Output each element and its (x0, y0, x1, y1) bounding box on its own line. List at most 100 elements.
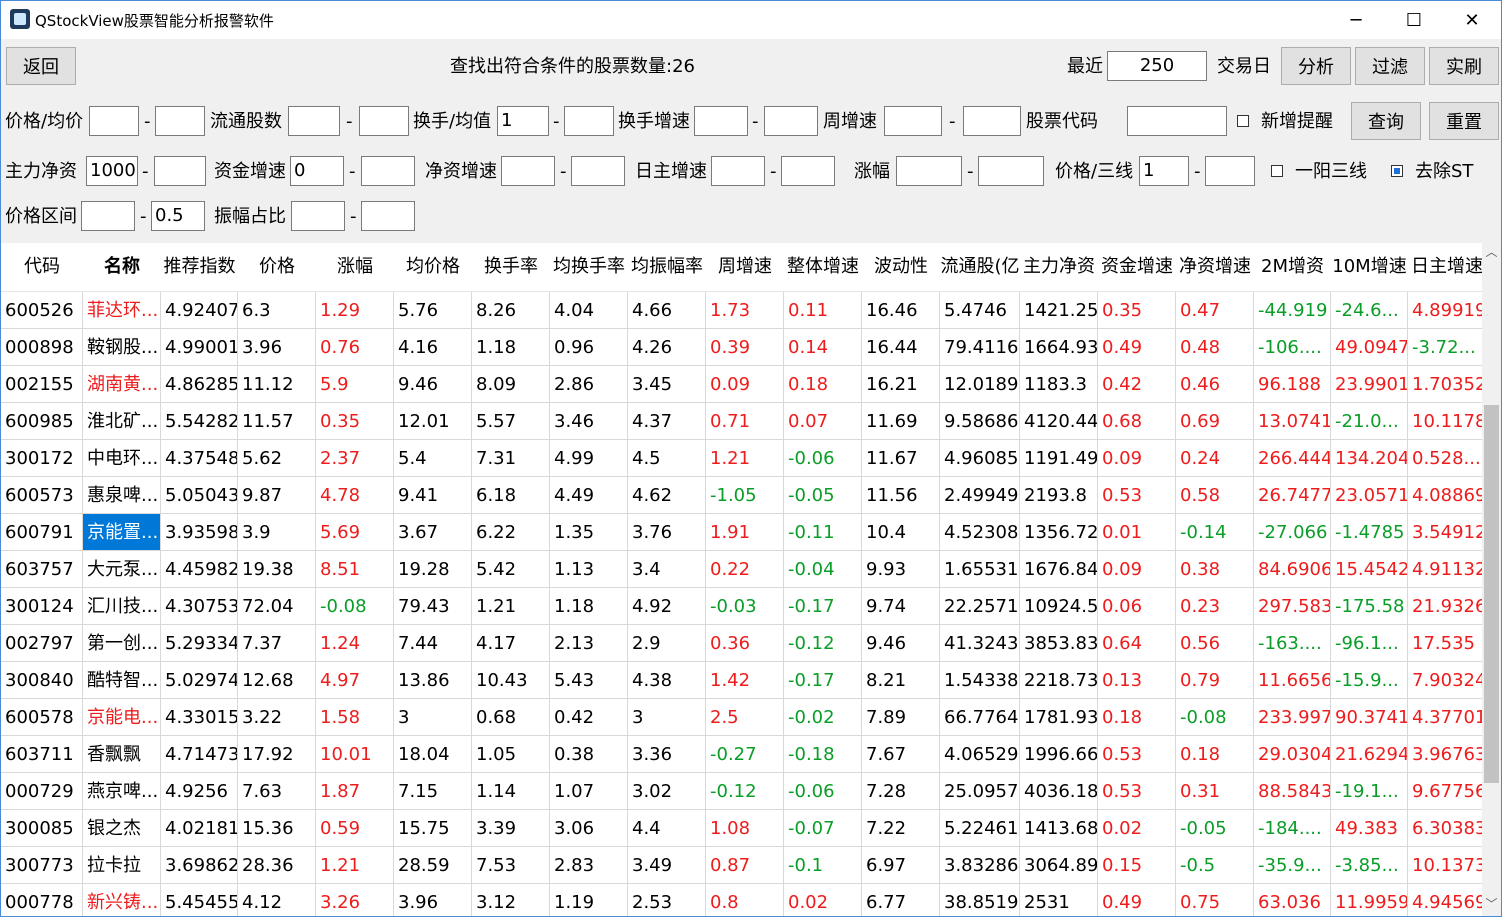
table-cell[interactable]: 1781.93 (1020, 699, 1098, 736)
table-cell[interactable]: 7.15 (394, 773, 472, 810)
table-cell[interactable]: -0.17 (784, 662, 862, 699)
column-header[interactable]: 推荐指数 (161, 243, 238, 291)
table-cell[interactable]: 12.01 (394, 403, 472, 440)
table-cell[interactable]: 0.38 (550, 736, 628, 773)
column-header[interactable]: 2M增资 (1254, 243, 1331, 291)
column-header[interactable]: 流通股(亿 (940, 243, 1020, 291)
column-header[interactable]: 换手率 (472, 243, 550, 291)
table-cell[interactable]: 0.02 (784, 884, 862, 916)
recent-days-input[interactable]: 250 (1107, 51, 1207, 81)
table-cell[interactable]: -163.... (1254, 625, 1331, 662)
table-cell[interactable]: -27.066 (1254, 514, 1331, 551)
table-cell[interactable]: 7.63 (238, 773, 316, 810)
refresh-button[interactable]: 实刷 (1429, 47, 1499, 85)
table-cell[interactable]: 25.0957 (940, 773, 1020, 810)
column-header[interactable]: 净资增速 (1176, 243, 1254, 291)
table-cell[interactable]: 19.28 (394, 551, 472, 588)
table-cell[interactable]: 3.12 (472, 884, 550, 916)
column-header[interactable]: 日主增速 (1408, 243, 1482, 291)
table-cell[interactable]: 0.49 (1098, 884, 1176, 916)
net-growth-min-input[interactable] (501, 156, 555, 186)
table-cell[interactable]: 603711 (1, 736, 83, 773)
table-cell[interactable]: -0.12 (784, 625, 862, 662)
table-cell[interactable]: 1996.66 (1020, 736, 1098, 773)
table-cell[interactable]: 1.21 (706, 440, 784, 477)
table-cell[interactable]: 21.6294 (1331, 736, 1408, 773)
table-cell[interactable]: 12.68 (238, 662, 316, 699)
table-cell[interactable]: 10.01 (316, 736, 394, 773)
table-cell[interactable]: 0.528... (1408, 440, 1482, 477)
table-cell[interactable]: 6.77 (862, 884, 940, 916)
table-cell[interactable]: -35.9... (1254, 847, 1331, 884)
table-cell[interactable]: 香飘飘 (83, 736, 161, 773)
table-cell[interactable]: 4.62 (628, 477, 706, 514)
table-cell[interactable]: 3.02 (628, 773, 706, 810)
table-cell[interactable]: 16.21 (862, 366, 940, 403)
table-cell[interactable]: 4.78 (316, 477, 394, 514)
table-row[interactable]: 300124 汇川技... 4.30753 72.04 -0.08 79.43 1.21 1.… (1, 588, 1482, 625)
table-cell[interactable]: 5.29334 (161, 625, 238, 662)
table-cell[interactable]: 4.17 (472, 625, 550, 662)
table-cell[interactable]: 49.0947 (1331, 329, 1408, 366)
table-cell[interactable]: 002155 (1, 366, 83, 403)
table-cell[interactable]: 3.93598 (161, 514, 238, 551)
maximize-button[interactable]: ☐ (1385, 1, 1443, 39)
main-net-min-input[interactable]: 1000 (86, 156, 138, 186)
table-cell[interactable]: -19.1... (1331, 773, 1408, 810)
table-cell[interactable]: 3.96 (238, 329, 316, 366)
column-header[interactable]: 主力净资 (1020, 243, 1098, 291)
column-header[interactable]: 资金增速 (1098, 243, 1176, 291)
table-cell[interactable]: 0.09 (706, 366, 784, 403)
table-cell[interactable]: 38.8519 (940, 884, 1020, 916)
table-cell[interactable]: -0.02 (784, 699, 862, 736)
table-cell[interactable]: 4.9256 (161, 773, 238, 810)
table-cell[interactable]: 燕京啤... (83, 773, 161, 810)
table-cell[interactable]: 5.9 (316, 366, 394, 403)
table-cell[interactable]: 3.36 (628, 736, 706, 773)
table-cell[interactable]: 8.09 (472, 366, 550, 403)
stock-code-input[interactable] (1127, 106, 1227, 136)
turnover-growth-min-input[interactable] (694, 106, 748, 136)
table-cell[interactable]: 0.39 (706, 329, 784, 366)
table-cell[interactable]: 1.05 (472, 736, 550, 773)
table-cell[interactable]: 3.49 (628, 847, 706, 884)
table-cell[interactable]: -1.4785 (1331, 514, 1408, 551)
table-cell[interactable]: -175.58 (1331, 588, 1408, 625)
table-row[interactable]: 600573 惠泉啤... 5.05043 9.87 4.78 9.41 6.18 4.49 4… (1, 477, 1482, 514)
table-cell[interactable]: 0.64 (1098, 625, 1176, 662)
table-cell[interactable]: 4.5 (628, 440, 706, 477)
table-cell[interactable]: -1.05 (706, 477, 784, 514)
column-header[interactable]: 均振幅率 (628, 243, 706, 291)
table-cell[interactable]: 1.70352 (1408, 366, 1482, 403)
table-cell[interactable]: 16.44 (862, 329, 940, 366)
table-cell[interactable]: -184.... (1254, 810, 1331, 847)
table-cell[interactable]: 0.87 (706, 847, 784, 884)
table-cell[interactable]: 0.31 (1176, 773, 1254, 810)
table-cell[interactable]: 0.58 (1176, 477, 1254, 514)
table-cell[interactable]: 3.67 (394, 514, 472, 551)
price-range-max-input[interactable]: 0.5 (151, 201, 205, 231)
table-cell[interactable]: 4.45982 (161, 551, 238, 588)
table-cell[interactable]: -3.85... (1331, 847, 1408, 884)
fund-growth-max-input[interactable] (361, 156, 415, 186)
table-cell[interactable]: 12.0189 (940, 366, 1020, 403)
table-cell[interactable]: 21.9326 (1408, 588, 1482, 625)
table-row[interactable]: 300840 酷特智... 5.02974 12.68 4.97 13.86 10.43 5.… (1, 662, 1482, 699)
table-cell[interactable]: 0.06 (1098, 588, 1176, 625)
table-cell[interactable]: 11.9959 (1331, 884, 1408, 916)
table-cell[interactable]: 6.22 (472, 514, 550, 551)
table-cell[interactable]: 1664.93 (1020, 329, 1098, 366)
table-cell[interactable]: 7.28 (862, 773, 940, 810)
table-cell[interactable]: 0.76 (316, 329, 394, 366)
table-cell[interactable]: 26.7477 (1254, 477, 1331, 514)
table-cell[interactable]: 鞍钢股... (83, 329, 161, 366)
table-cell[interactable]: 600578 (1, 699, 83, 736)
table-cell[interactable]: 大元泵... (83, 551, 161, 588)
daily-main-growth-max-input[interactable] (781, 156, 835, 186)
table-cell[interactable]: 0.96 (550, 329, 628, 366)
table-cell[interactable]: 3.26 (316, 884, 394, 916)
table-cell[interactable]: 3.4 (628, 551, 706, 588)
table-cell[interactable]: 2.53 (628, 884, 706, 916)
table-cell[interactable]: 4.37 (628, 403, 706, 440)
table-cell[interactable]: 0.42 (1098, 366, 1176, 403)
